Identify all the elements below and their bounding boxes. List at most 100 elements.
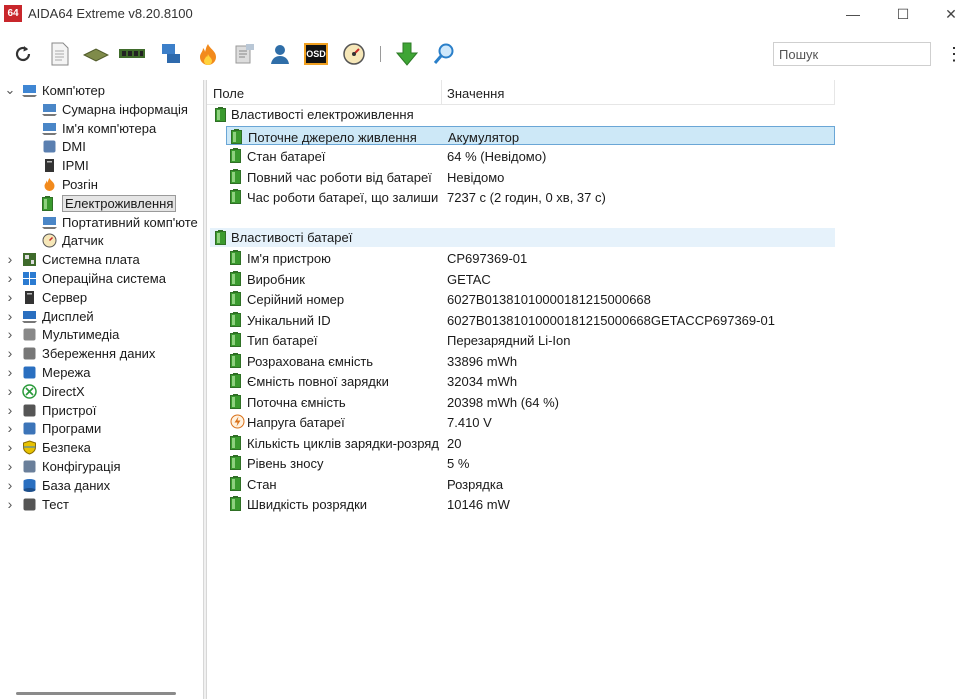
table-row[interactable]: Тип батареї Перезарядний Li-Ion bbox=[226, 330, 835, 349]
gauge-icon[interactable] bbox=[340, 40, 368, 68]
tree-item-multimedia[interactable]: Мультимедіа bbox=[22, 325, 119, 344]
tree-item-display[interactable]: Дисплей bbox=[22, 307, 94, 326]
column-header-value[interactable]: Значення bbox=[447, 86, 504, 101]
table-row[interactable]: Серійний номер 6027B013810100001812150006… bbox=[226, 289, 835, 308]
battery-icon bbox=[230, 394, 241, 412]
field-cell: Напруга батареї bbox=[247, 415, 345, 430]
summary-icon bbox=[42, 102, 57, 117]
chevron-right-icon[interactable]: › bbox=[5, 496, 15, 512]
audit-icon[interactable] bbox=[231, 40, 259, 68]
chevron-right-icon[interactable]: › bbox=[5, 345, 15, 361]
tree-item-summary[interactable]: Сумарна інформація bbox=[42, 100, 188, 119]
devices-icon bbox=[22, 403, 37, 418]
column-divider[interactable] bbox=[441, 80, 442, 104]
search-icon[interactable] bbox=[430, 40, 458, 68]
maximize-button[interactable]: ☐ bbox=[880, 0, 926, 28]
table-row[interactable]: Поточна ємність 20398 mWh (64 %) bbox=[226, 392, 835, 411]
tree-item-label: Конфігурація bbox=[42, 459, 121, 474]
security-icon bbox=[22, 440, 37, 455]
tree-item-security[interactable]: Безпека bbox=[22, 438, 91, 457]
power-icon bbox=[42, 196, 57, 211]
tree-item-label: База даних bbox=[42, 478, 111, 493]
tree-item-directx[interactable]: DirectX bbox=[22, 382, 85, 401]
table-row[interactable]: Стан Розрядка bbox=[226, 474, 835, 493]
flame-icon[interactable] bbox=[194, 40, 222, 68]
chevron-right-icon[interactable]: › bbox=[5, 289, 15, 305]
tree-item-server[interactable]: Сервер bbox=[22, 288, 87, 307]
tree-item-label: Портативний комп'юте bbox=[62, 215, 198, 230]
report-icon[interactable] bbox=[46, 40, 74, 68]
search-input[interactable] bbox=[773, 42, 931, 66]
tree-item-label: Сервер bbox=[42, 290, 88, 305]
value-cell: GETAC bbox=[447, 272, 491, 287]
chevron-right-icon[interactable]: › bbox=[5, 477, 15, 493]
table-row[interactable]: Унікальний ID 6027B0138101000018121500066… bbox=[226, 310, 835, 329]
tree-item-ipmi[interactable]: IPMI bbox=[42, 156, 89, 175]
tree-item-motherboard[interactable]: Системна плата bbox=[22, 250, 140, 269]
battery-icon bbox=[231, 129, 242, 147]
chevron-right-icon[interactable]: › bbox=[5, 439, 15, 455]
table-row[interactable]: Повний час роботи від батареї Невідомо bbox=[226, 167, 835, 186]
close-button[interactable]: ✕ bbox=[928, 0, 974, 28]
field-cell: Тип батареї bbox=[247, 333, 318, 348]
tree-item-label: Системна плата bbox=[42, 252, 140, 267]
network-icon[interactable] bbox=[157, 40, 185, 68]
tree-item-sensor[interactable]: Датчик bbox=[42, 231, 103, 250]
tree-item-computer-name[interactable]: Ім'я комп'ютера bbox=[42, 119, 156, 138]
table-row[interactable]: Кількість циклів зарядки-розрядки 20 bbox=[226, 433, 835, 452]
tree-item-computer[interactable]: Комп'ютер bbox=[22, 81, 105, 100]
tree-item-database[interactable]: База даних bbox=[22, 476, 110, 495]
chevron-right-icon[interactable]: › bbox=[5, 326, 15, 342]
tree-item-dmi[interactable]: DMI bbox=[42, 137, 86, 156]
memory-icon[interactable] bbox=[118, 40, 146, 68]
column-divider[interactable] bbox=[834, 80, 835, 104]
tree-horizontal-scrollbar[interactable] bbox=[16, 692, 176, 695]
group-header[interactable]: Властивості батареї bbox=[210, 228, 835, 247]
tree-item-power[interactable]: Електроживлення bbox=[42, 194, 177, 213]
tree-item-network[interactable]: Мережа bbox=[22, 363, 90, 382]
table-row[interactable]: Рівень зносу 5 % bbox=[226, 453, 835, 472]
tree-item-devices[interactable]: Пристрої bbox=[22, 401, 96, 420]
tree-item-portable[interactable]: Портативний комп'юте bbox=[42, 213, 198, 232]
chevron-right-icon[interactable]: › bbox=[5, 308, 15, 324]
chevron-right-icon[interactable]: › bbox=[5, 364, 15, 380]
tree-item-label: DMI bbox=[62, 139, 86, 154]
tree-item-programs[interactable]: Програми bbox=[22, 419, 101, 438]
tree-item-windows[interactable]: Операційна система bbox=[22, 269, 166, 288]
chevron-right-icon[interactable]: › bbox=[5, 251, 15, 267]
tree-item-overclock[interactable]: Розгін bbox=[42, 175, 98, 194]
tree-item-config[interactable]: Конфігурація bbox=[22, 457, 121, 476]
minimize-button[interactable]: — bbox=[830, 0, 876, 28]
osd-icon[interactable]: OSD bbox=[302, 40, 330, 68]
table-row[interactable]: Поточне джерело живлення Акумулятор bbox=[226, 126, 835, 145]
chevron-right-icon[interactable]: › bbox=[5, 402, 15, 418]
tree-item-storage[interactable]: Збереження даних bbox=[22, 344, 155, 363]
user-icon[interactable] bbox=[266, 40, 294, 68]
refresh-icon[interactable] bbox=[9, 40, 37, 68]
chevron-right-icon[interactable]: › bbox=[5, 420, 15, 436]
value-cell: 6027B0138101000018121500066​8 bbox=[447, 292, 651, 307]
table-row[interactable]: Виробник GETAC bbox=[226, 269, 835, 288]
more-menu-button[interactable]: ⋮ bbox=[945, 42, 963, 66]
table-row[interactable]: Час роботи батареї, що залишився 7237 с (… bbox=[226, 187, 835, 206]
table-row[interactable]: Стан батареї 64 % (Невідомо) bbox=[226, 146, 835, 165]
table-row[interactable]: Ім'я пристрою CP697369-01 bbox=[226, 248, 835, 267]
column-header-field[interactable]: Поле bbox=[213, 86, 244, 101]
download-icon[interactable] bbox=[393, 40, 421, 68]
motherboard-icon[interactable] bbox=[82, 40, 110, 68]
battery-icon bbox=[230, 312, 241, 330]
chevron-right-icon[interactable]: › bbox=[5, 270, 15, 286]
table-row[interactable]: Швидкість розрядки 10146 mW bbox=[226, 494, 835, 513]
chevron-down-icon[interactable]: ⌄ bbox=[5, 82, 16, 97]
benchmark-icon bbox=[22, 497, 37, 512]
chevron-right-icon[interactable]: › bbox=[5, 383, 15, 399]
table-row[interactable]: Розрахована ємність 33896 mWh bbox=[226, 351, 835, 370]
table-row[interactable]: Напруга батареї 7.410 V bbox=[226, 412, 835, 431]
battery-icon bbox=[215, 230, 226, 245]
group-header[interactable]: Властивості електроживлення bbox=[210, 105, 835, 124]
tree-item-benchmark[interactable]: Тест bbox=[22, 495, 69, 514]
table-row[interactable]: Ємність повної зарядки 32034 mWh bbox=[226, 371, 835, 390]
value-cell: Розрядка bbox=[447, 477, 504, 492]
chevron-right-icon[interactable]: › bbox=[5, 458, 15, 474]
battery-icon bbox=[230, 353, 241, 371]
